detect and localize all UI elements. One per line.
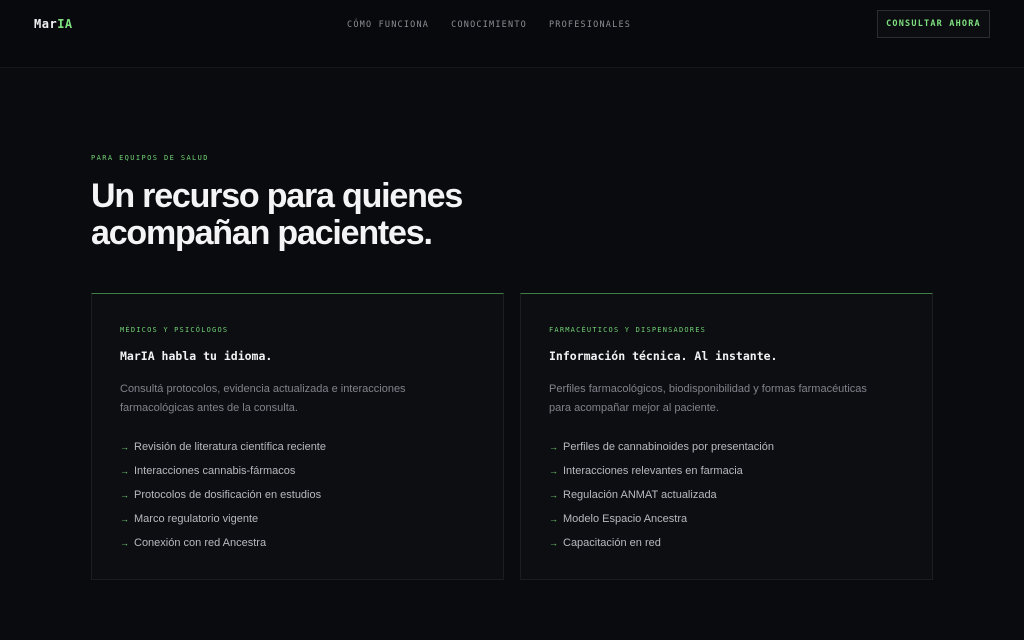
list-item: → Modelo Espacio Ancestra [549, 507, 774, 531]
section-eyebrow: PARA EQUIPOS DE SALUD [91, 154, 209, 162]
list-item: → Regulación ANMAT actualizada [549, 483, 774, 507]
list-item-label: Protocolos de dosificación en estudios [134, 489, 322, 501]
title-line-1: Un recurso para quienes [91, 177, 463, 215]
list-item: → Revisión de literatura científica recie… [120, 435, 326, 459]
card-tag: MÉDICOS Y PSICÓLOGOS [120, 326, 229, 334]
logo-main: Mar [34, 17, 58, 31]
card-feature-list: → Revisión de literatura científica recie… [120, 435, 326, 555]
arrow-right-icon: → [549, 538, 558, 548]
list-item: → Interacciones cannabis-fármacos [120, 459, 326, 483]
arrow-right-icon: → [549, 442, 558, 452]
list-item-label: Regulación ANMAT actualizada [563, 489, 717, 501]
list-item: → Conexión con red Ancestra [120, 531, 326, 555]
list-item: → Marco regulatorio vigente [120, 507, 326, 531]
card-medicos: MÉDICOS Y PSICÓLOGOS MarIA habla tu idio… [91, 293, 504, 580]
card-tag: FARMACÉUTICOS Y DISPENSADORES [549, 326, 707, 334]
list-item-label: Marco regulatorio vigente [134, 513, 259, 525]
arrow-right-icon: → [120, 514, 129, 524]
nav-conocimiento[interactable]: CONOCIMIENTO [451, 20, 527, 30]
card-heading: Información técnica. Al instante. [549, 349, 778, 363]
card-description: Perfiles farmacológicos, biodisponibilid… [549, 383, 867, 414]
arrow-right-icon: → [120, 466, 129, 476]
card-description: Consultá protocolos, evidencia actualiza… [120, 383, 406, 414]
nav-profesionales[interactable]: PROFESIONALES [549, 20, 631, 30]
arrow-right-icon: → [549, 466, 558, 476]
list-item-label: Revisión de literatura científica recien… [134, 441, 326, 453]
card-feature-list: → Perfiles de cannabinoides por presentac… [549, 435, 774, 555]
list-item: → Capacitación en red [549, 531, 774, 555]
logo[interactable]: MarIA [34, 17, 73, 31]
list-item-label: Modelo Espacio Ancestra [563, 513, 688, 525]
arrow-right-icon: → [120, 490, 129, 500]
arrow-right-icon: → [120, 538, 129, 548]
nav-como-funciona[interactable]: CÓMO FUNCIONA [347, 20, 429, 30]
card-heading: MarIA habla tu idioma. [120, 349, 273, 363]
list-item-label: Perfiles de cannabinoides por presentaci… [563, 441, 774, 453]
list-item: → Interacciones relevantes en farmacia [549, 459, 774, 483]
list-item-label: Capacitación en red [563, 537, 661, 549]
arrow-right-icon: → [549, 490, 558, 500]
main-nav: CÓMO FUNCIONA CONOCIMIENTO PROFESIONALES [347, 20, 631, 30]
list-item-label: Interacciones cannabis-fármacos [134, 465, 296, 477]
section-title: Un recurso para quienes acompañan pacien… [91, 178, 511, 252]
list-item: → Perfiles de cannabinoides por presentac… [549, 435, 774, 459]
logo-accent: IA [57, 17, 73, 31]
arrow-right-icon: → [120, 442, 129, 452]
arrow-right-icon: → [549, 514, 558, 524]
card-farmaceuticos: FARMACÉUTICOS Y DISPENSADORES Informació… [520, 293, 933, 580]
consultar-ahora-button[interactable]: CONSULTAR AHORA [877, 10, 990, 38]
list-item-label: Interacciones relevantes en farmacia [563, 465, 743, 477]
list-item: → Protocolos de dosificación en estudios [120, 483, 326, 507]
list-item-label: Conexión con red Ancestra [134, 537, 267, 549]
title-line-2: acompañan pacientes. [91, 214, 433, 252]
top-header: MarIA CÓMO FUNCIONA CONOCIMIENTO PROFESI… [0, 0, 1024, 68]
